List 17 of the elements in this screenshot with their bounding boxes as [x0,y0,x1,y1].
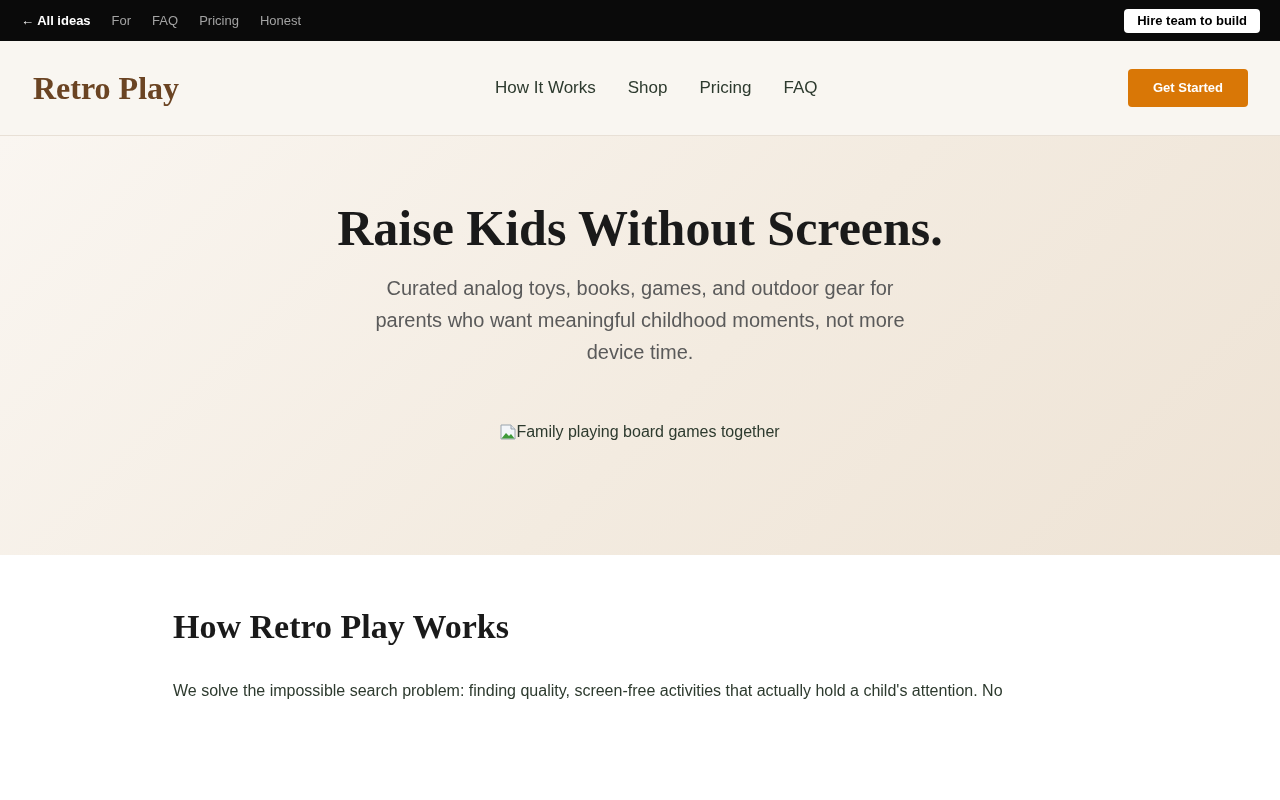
section-body: We solve the impossible search problem: finding quality, screen-free activities that actually hold a child's attention. No [173,681,1004,701]
hire-team-button[interactable]: Hire team to build [1124,8,1260,33]
top-link[interactable]: For [111,10,132,31]
logo[interactable]: Retro Play [33,64,180,112]
hero-title: Raise Kids Without Screens. [337,199,943,258]
top-link[interactable]: Honest [259,10,302,31]
nav-link[interactable]: FAQ [783,75,818,101]
image-alt-text: Family playing board games together [516,422,780,442]
top-link[interactable]: FAQ [152,10,179,31]
back-link[interactable]: ← All ideas [21,10,91,31]
nav-link[interactable]: Pricing [699,75,752,101]
nav-link[interactable]: Shop [627,75,668,101]
top-link[interactable]: Pricing [199,10,239,31]
nav-link[interactable]: How It Works [495,75,596,101]
section-title: How Retro Play Works [173,607,510,647]
broken-image-icon [500,424,517,440]
hero-subtitle: Curated analog toys, books, games, and outdoor gear for parents who want meaningful childhood moments, not more device time. [374,276,906,365]
